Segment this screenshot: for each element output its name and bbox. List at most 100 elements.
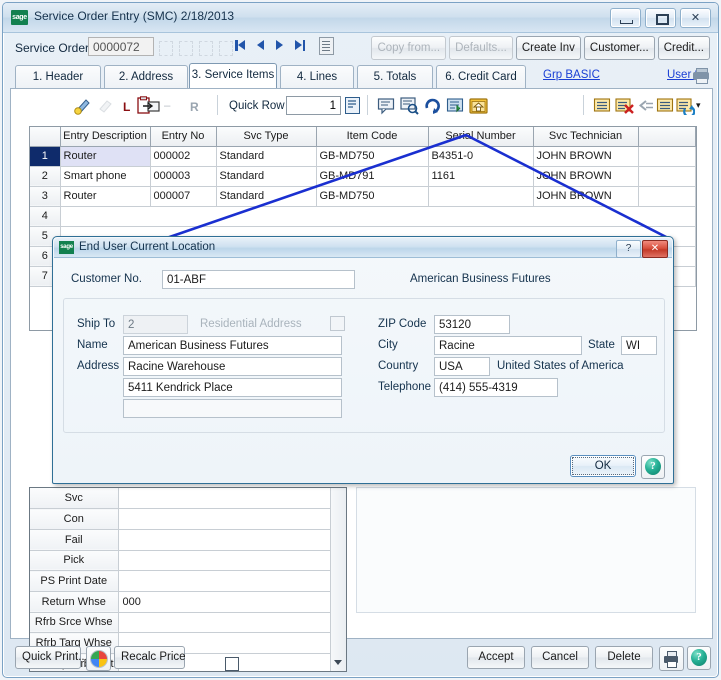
customer-button[interactable]: Customer... [583,36,655,60]
col-svc-technician[interactable]: Svc Technician [533,127,639,147]
printer-icon[interactable] [692,67,710,84]
table-row[interactable]: 4 [30,206,696,227]
col-svc-type[interactable]: Svc Type [216,127,317,147]
line-item-right-icon[interactable]: R [190,100,199,114]
dialog-help-orb-button[interactable]: ? [641,455,665,479]
dialog-close-button[interactable]: ✕ [642,240,668,258]
row-number[interactable]: 1 [30,146,61,167]
cell-entry-no[interactable]: 000007 [150,186,217,207]
cell-serial-number[interactable] [428,186,534,207]
table-row[interactable]: 1 Router 000002 Standard GB-MD750 B4351-… [30,146,696,167]
cell-item-code[interactable]: GB-MD791 [316,166,429,187]
cell-entry-description[interactable]: Smart phone [60,166,151,187]
residential-address-checkbox[interactable] [330,316,345,331]
col-serial-number[interactable]: Serial Number [428,127,534,147]
batch-import-icon[interactable] [446,96,465,115]
table-row[interactable]: 2 Smart phone 000003 Standard GB-MD791 1… [30,166,696,187]
tab-service-items[interactable]: 3. Service Items [189,63,277,88]
detail-value[interactable] [118,508,346,530]
tab-credit-card[interactable]: 6. Credit Card [436,65,526,88]
address-line2-input[interactable]: 5411 Kendrick Place [123,378,342,397]
service-order-input[interactable]: 0000072 [88,37,154,56]
address-line1-input[interactable]: Racine Warehouse [123,357,342,376]
customer-no-input[interactable]: 01-ABF [162,270,355,289]
detail-value[interactable] [118,529,346,551]
cell-item-code[interactable]: GB-MD750 [316,186,429,207]
cell-svc-technician[interactable]: JOHN BROWN [533,186,639,207]
cell-entry-no[interactable]: 000002 [150,146,217,167]
comment-icon[interactable] [377,96,396,115]
cell-empty[interactable] [60,206,696,227]
pencil-highlight-icon[interactable] [73,96,92,115]
cell-svc-technician[interactable]: JOHN BROWN [533,146,639,167]
row-number[interactable]: 4 [30,206,61,227]
list-item[interactable]: Return Whse 000 [30,591,346,613]
ok-button[interactable]: OK [570,455,636,477]
add-row-icon[interactable] [656,96,675,115]
country-input[interactable]: USA [434,357,490,376]
cell-item-code[interactable]: GB-MD750 [316,146,429,167]
accept-button[interactable]: Accept [467,646,525,669]
minimize-button[interactable] [610,8,641,28]
last-record-button[interactable] [292,38,305,53]
defaults-button[interactable]: Defaults... [449,36,513,60]
address-line3-input[interactable] [123,399,342,418]
cell-svc-type[interactable]: Standard [216,186,317,207]
list-item[interactable]: PS Print Date [30,570,346,592]
eraser-icon[interactable] [95,96,114,115]
tab-lines[interactable]: 4. Lines [280,65,354,88]
delete-button[interactable]: Delete [595,646,653,669]
tab-totals[interactable]: 5. Totals [357,65,433,88]
next-record-button[interactable] [273,38,286,53]
memo-icon[interactable] [319,37,334,55]
cell-svc-type[interactable]: Standard [216,166,317,187]
row-number[interactable]: 2 [30,166,61,187]
cell-serial-number[interactable]: B4351-0 [428,146,534,167]
list-item[interactable]: Pick [30,550,346,572]
clipboard-paste-icon[interactable] [137,96,161,115]
cell-entry-description[interactable]: Router [60,186,151,207]
group-link[interactable]: Grp BASIC [543,69,600,81]
cell-entry-description[interactable]: Router [60,146,151,167]
dialog-help-button[interactable]: ? [616,240,641,258]
refresh-icon[interactable] [423,96,442,115]
credit-button[interactable]: Credit... [657,36,710,60]
detail-value-rfrb-srce-whse[interactable] [118,612,346,634]
detail-value-ps-print-date[interactable] [118,570,346,592]
list-item[interactable]: Fail [30,529,346,551]
tab-address[interactable]: 2. Address [104,65,188,88]
col-entry-description[interactable]: Entry Description [60,127,151,147]
end-user-location-icon[interactable] [469,96,488,115]
zip-code-input[interactable]: 53120 [434,315,510,334]
list-item[interactable]: Con [30,508,346,530]
help-button[interactable]: ? [687,646,711,670]
table-row[interactable]: 3 Router 000007 Standard GB-MD750 JOHN B… [30,186,696,207]
list-item[interactable]: Rfrb Srce Whse [30,612,346,634]
state-input[interactable]: WI [621,336,657,355]
copy-from-button[interactable]: Copy from... [371,36,447,60]
row-number[interactable]: 3 [30,186,61,207]
name-input[interactable]: American Business Futures [123,336,342,355]
cell-serial-number[interactable]: 1161 [428,166,534,187]
cell-entry-no[interactable]: 000003 [150,166,217,187]
col-rownum[interactable] [30,127,61,147]
inquiry-icon[interactable] [400,96,419,115]
list-item[interactable]: Svc [30,488,346,510]
restore-button[interactable] [645,8,676,28]
cell-svc-technician[interactable]: JOHN BROWN [533,166,639,187]
cell-svc-type[interactable]: Standard [216,146,317,167]
grid-settings-icon[interactable] [676,96,695,115]
recalc-price-button[interactable]: Recalc Price [114,646,186,669]
insert-row-icon[interactable] [593,96,612,115]
fill-row-icon[interactable] [637,96,656,115]
detail-value[interactable] [118,550,346,572]
close-button[interactable]: ✕ [680,8,711,28]
quick-row-input[interactable]: 1 [286,96,341,115]
previous-record-button[interactable] [254,38,267,53]
print-button[interactable] [659,646,684,671]
tab-header[interactable]: 1. Header [15,65,101,88]
create-invoice-button[interactable]: Create Inv [515,36,581,60]
telephone-input[interactable]: (414) 555-4319 [434,378,558,397]
col-item-code[interactable]: Item Code [316,127,429,147]
cancel-button[interactable]: Cancel [531,646,589,669]
